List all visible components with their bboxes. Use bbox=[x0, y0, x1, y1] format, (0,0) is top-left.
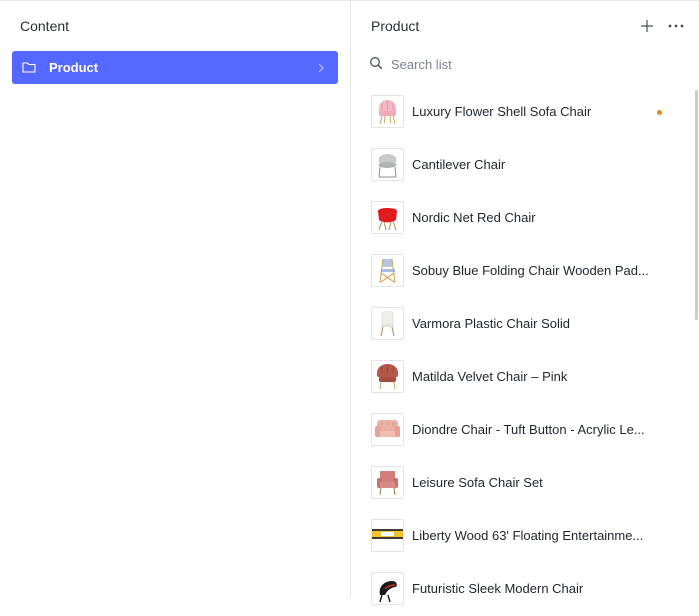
product-thumbnail bbox=[371, 360, 404, 393]
list-item[interactable]: Nordic Net Red Chair bbox=[351, 192, 691, 245]
product-thumbnail bbox=[371, 466, 404, 499]
product-list: Luxury Flower Shell Sofa Chair Cantileve… bbox=[351, 86, 691, 616]
product-thumbnail bbox=[371, 95, 404, 128]
content-pane: Content Product bbox=[0, 0, 350, 596]
status-dot bbox=[657, 110, 662, 115]
list-item-title: Futuristic Sleek Modern Chair bbox=[412, 581, 584, 596]
product-thumbnail bbox=[371, 413, 404, 446]
list-item[interactable]: Diondre Chair - Tuft Button - Acrylic Le… bbox=[351, 404, 691, 457]
product-thumbnail bbox=[371, 572, 404, 605]
product-thumbnail bbox=[371, 254, 404, 287]
list-item[interactable]: Luxury Flower Shell Sofa Chair bbox=[351, 86, 691, 139]
folder-icon bbox=[22, 60, 36, 74]
list-item-title: Matilda Velvet Chair – Pink bbox=[412, 369, 568, 384]
list-item[interactable]: Leisure Sofa Chair Set bbox=[351, 457, 691, 510]
list-item-title: Diondre Chair - Tuft Button - Acrylic Le… bbox=[412, 422, 645, 437]
list-item-title: Sobuy Blue Folding Chair Wooden Pad... bbox=[412, 263, 649, 278]
list-item-title: Liberty Wood 63' Floating Entertainme... bbox=[412, 528, 644, 543]
product-thumbnail bbox=[371, 307, 404, 340]
search-box bbox=[369, 52, 669, 76]
sidebar-item-product[interactable]: Product bbox=[12, 51, 338, 84]
sidebar-item-label: Product bbox=[49, 60, 99, 75]
list-item[interactable]: Matilda Velvet Chair – Pink bbox=[351, 351, 691, 404]
list-item[interactable]: Cantilever Chair bbox=[351, 139, 691, 192]
product-list-pane: Product Search list Luxury Flower Shell … bbox=[351, 0, 699, 605]
list-item[interactable]: Sobuy Blue Folding Chair Wooden Pad... bbox=[351, 245, 691, 298]
list-item-title: Varmora Plastic Chair Solid bbox=[412, 316, 570, 331]
scrollbar[interactable] bbox=[695, 90, 698, 320]
list-item-title: Leisure Sofa Chair Set bbox=[412, 475, 543, 490]
search-icon bbox=[369, 56, 383, 70]
list-item[interactable]: Liberty Wood 63' Floating Entertainme... bbox=[351, 510, 691, 563]
list-item-title: Luxury Flower Shell Sofa Chair bbox=[412, 104, 592, 119]
product-list-title: Product bbox=[371, 18, 420, 34]
product-thumbnail bbox=[371, 148, 404, 181]
chevron-right-icon bbox=[317, 61, 325, 73]
list-item-title: Nordic Net Red Chair bbox=[412, 210, 536, 225]
more-options-icon[interactable] bbox=[667, 18, 685, 34]
list-item[interactable]: Varmora Plastic Chair Solid bbox=[351, 298, 691, 351]
list-item[interactable]: Futuristic Sleek Modern Chair bbox=[351, 563, 691, 616]
search-input[interactable] bbox=[391, 54, 661, 74]
product-thumbnail bbox=[371, 519, 404, 552]
content-pane-title: Content bbox=[20, 18, 70, 34]
list-item-title: Cantilever Chair bbox=[412, 157, 506, 172]
add-icon[interactable] bbox=[639, 18, 655, 34]
product-thumbnail bbox=[371, 201, 404, 234]
